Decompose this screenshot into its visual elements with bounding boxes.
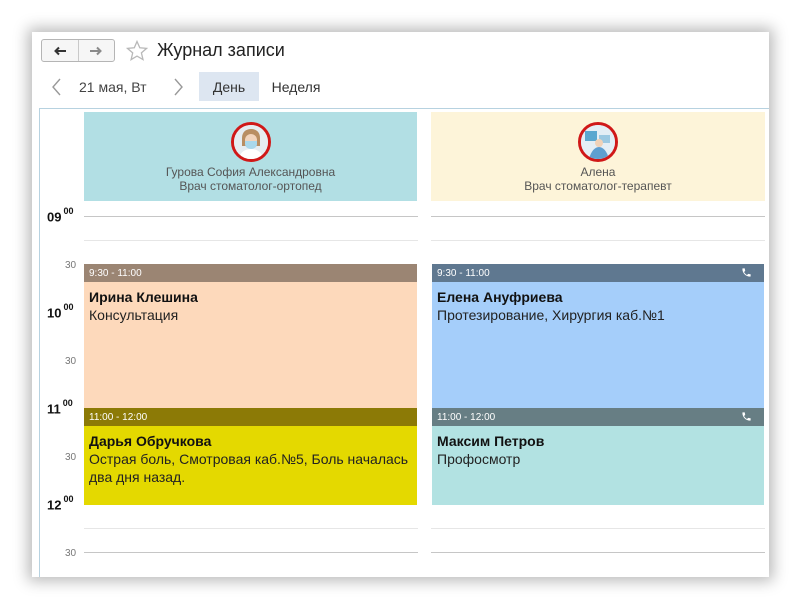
appointment-time: 9:30 - 11:00 bbox=[84, 264, 417, 282]
appointment-description: Острая боль, Смотровая каб.№5, Боль нача… bbox=[89, 451, 409, 485]
tab-week[interactable]: Неделя bbox=[264, 72, 328, 101]
appointment-time: 11:00 - 12:00 bbox=[437, 411, 496, 423]
patient-name: Дарья Обручкова bbox=[89, 433, 212, 449]
doctor-photo-icon bbox=[233, 125, 268, 159]
doctor-photo-icon bbox=[581, 125, 615, 159]
time-label-hour: 11 00 bbox=[47, 398, 73, 417]
time-label-hour: 10 00 bbox=[47, 302, 74, 321]
time-label-half: 30 bbox=[65, 452, 77, 463]
arrow-right-icon bbox=[90, 46, 103, 55]
appointment-time: 9:30 - 11:00 bbox=[437, 267, 490, 279]
time-label-half: 30 bbox=[65, 356, 77, 367]
appointment-description: Консультация bbox=[89, 307, 179, 323]
doctor-specialty: Врач стоматолог-терапевт bbox=[524, 179, 672, 193]
star-outline-icon[interactable] bbox=[125, 39, 149, 63]
grid-line bbox=[84, 240, 418, 241]
doctor-name: Алена bbox=[580, 165, 616, 179]
back-button[interactable] bbox=[42, 40, 78, 61]
phone-icon[interactable] bbox=[741, 267, 752, 278]
journal-window: Журнал записи 21 мая, Вт День Неделя Гур… bbox=[32, 32, 769, 577]
grid-line bbox=[431, 552, 765, 553]
grid-line bbox=[84, 216, 418, 217]
appointment-card[interactable]: 11:00 - 12:00 Дарья Обручкова Острая бол… bbox=[84, 408, 417, 505]
history-nav bbox=[41, 39, 115, 62]
avatar bbox=[230, 122, 271, 162]
chevron-right-icon[interactable] bbox=[170, 76, 186, 98]
doctor-specialty: Врач стоматолог-ортопед bbox=[179, 179, 322, 193]
time-label-half: 30 bbox=[65, 548, 77, 559]
arrow-left-icon bbox=[53, 46, 66, 55]
grid-line bbox=[431, 528, 765, 529]
tab-day[interactable]: День bbox=[199, 72, 259, 101]
time-label-half: 30 bbox=[65, 260, 77, 271]
appointment-card[interactable]: 9:30 - 11:00 Елена Ануфриева Протезирова… bbox=[432, 264, 764, 408]
doctor-card[interactable]: Алена Врач стоматолог-терапевт bbox=[431, 112, 765, 201]
forward-button[interactable] bbox=[77, 40, 115, 61]
page-title: Журнал записи bbox=[157, 40, 285, 60]
schedule-grid: Гурова София Александровна Врач стоматол… bbox=[39, 108, 769, 577]
appointment-card[interactable]: 9:30 - 11:00 Ирина Клешина Консультация bbox=[84, 264, 417, 408]
grid-line bbox=[84, 528, 418, 529]
grid-line bbox=[84, 552, 418, 553]
patient-name: Максим Петров bbox=[437, 433, 545, 449]
time-label-hour: 12 00 bbox=[47, 494, 74, 513]
avatar bbox=[578, 122, 618, 162]
appointment-card[interactable]: 11:00 - 12:00 Максим Петров Профосмотр bbox=[432, 408, 764, 505]
doctor-card[interactable]: Гурова София Александровна Врач стоматол… bbox=[84, 112, 417, 201]
phone-icon[interactable] bbox=[741, 411, 752, 422]
appointment-header: 9:30 - 11:00 bbox=[432, 264, 764, 282]
time-label-hour: 09 00 bbox=[47, 206, 74, 225]
appointment-description: Профосмотр bbox=[437, 451, 521, 467]
patient-name: Ирина Клешина bbox=[89, 289, 198, 305]
appointment-time: 11:00 - 12:00 bbox=[84, 408, 417, 426]
chevron-left-icon[interactable] bbox=[49, 76, 65, 98]
appointment-description: Протезирование, Хирургия каб.№1 bbox=[437, 307, 665, 323]
doctor-name: Гурова София Александровна bbox=[165, 165, 336, 179]
patient-name: Елена Ануфриева bbox=[437, 289, 563, 305]
grid-line bbox=[431, 216, 765, 217]
grid-line bbox=[431, 240, 765, 241]
current-date[interactable]: 21 мая, Вт bbox=[79, 79, 147, 95]
appointment-header: 11:00 - 12:00 bbox=[432, 408, 764, 426]
